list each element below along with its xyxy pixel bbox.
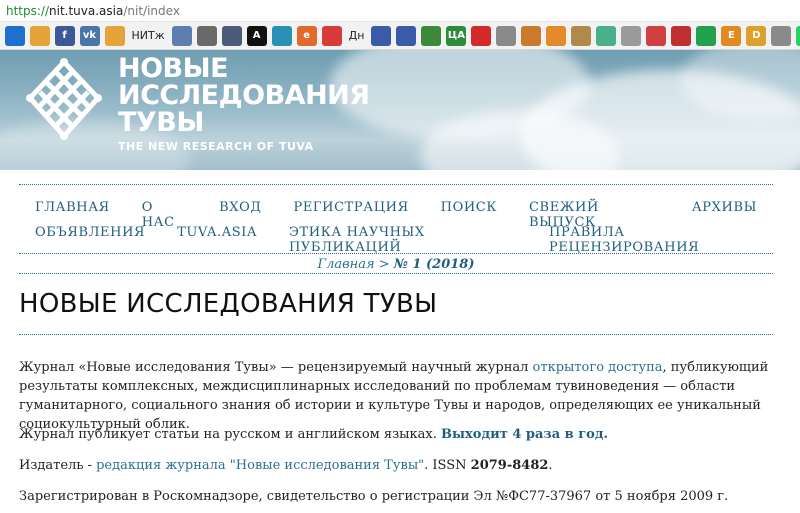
letter-a-icon[interactable]: A (246, 25, 267, 46)
emblem-icon[interactable] (396, 25, 417, 46)
nav-bottom-divider (19, 253, 773, 254)
issn-value: 2079-8482 (470, 458, 549, 473)
page-title: НОВЫЕ ИССЛЕДОВАНИЯ ТУВЫ (19, 289, 438, 319)
link-icon[interactable] (671, 25, 692, 46)
languages-paragraph: Журнал публикует статьи на русском и анг… (19, 425, 779, 444)
four-squares-icon[interactable] (4, 25, 25, 46)
grid-icon[interactable] (521, 25, 542, 46)
publisher-link[interactable]: редакция журнала "Новые исследования Тув… (96, 458, 424, 473)
breadcrumb: Главная > № 1 (2018) (19, 257, 773, 272)
site-title-line1: НОВЫЕ (118, 53, 229, 84)
doc-icon[interactable] (621, 25, 642, 46)
d-box-icon[interactable]: D (746, 25, 767, 46)
issn-label: . ISSN (424, 458, 471, 473)
page-icon[interactable] (496, 25, 517, 46)
orange-circle-icon[interactable] (546, 25, 567, 46)
breadcrumb-separator: > (374, 257, 394, 272)
registration-paragraph: Зарегистрирован в Роскомнадзоре, свидете… (19, 487, 779, 506)
shield-icon[interactable] (171, 25, 192, 46)
books-icon[interactable] (421, 25, 442, 46)
bookmarks-bar: f vk НИТж Ae Дн ЦА E D (0, 22, 800, 50)
sber-icon[interactable] (696, 25, 717, 46)
url-path: /nit/index (123, 4, 180, 18)
site-subtitle: THE NEW RESEARCH OF TUVA (118, 140, 314, 153)
publisher-paragraph: Издатель - редакция журнала "Новые иссле… (19, 456, 779, 475)
emblem-icon[interactable] (371, 25, 392, 46)
whatsapp-icon[interactable] (796, 25, 800, 46)
speech-icon[interactable] (321, 25, 342, 46)
nav-review-rules[interactable]: ПРАВИЛА РЕЦЕНЗИРОВАНИЯ (549, 225, 757, 255)
e-circle-icon[interactable]: e (296, 25, 317, 46)
flag-icon[interactable] (471, 25, 492, 46)
library-icon[interactable] (196, 25, 217, 46)
facebook-icon[interactable]: f (54, 25, 75, 46)
registration-text: Зарегистрирован в Роскомнадзоре, свидете… (19, 489, 729, 504)
address-bar[interactable]: https://nit.tuva.asia/nit/index (0, 0, 800, 22)
letter-e-icon[interactable]: E (721, 25, 742, 46)
breadcrumb-current[interactable]: № 1 (2018) (394, 257, 475, 272)
nitzh-text[interactable]: НИТж (130, 26, 167, 46)
intro-text-start: Журнал «Новые исследования Тувы» — рецен… (19, 360, 533, 375)
nav-publication-ethics[interactable]: ЭТИКА НАУЧНЫХ ПУБЛИКАЦИЙ (289, 225, 517, 255)
diamond-icon[interactable] (104, 25, 125, 46)
vk-icon[interactable]: vk (79, 25, 100, 46)
building-icon[interactable] (221, 25, 242, 46)
pen-icon[interactable] (771, 25, 792, 46)
site-banner: НОВЫЕ ИССЛЕДОВАНИЯ ТУВЫ THE NEW RESEARCH… (0, 50, 800, 170)
tsa-icon[interactable]: ЦА (446, 25, 467, 46)
magnet-icon[interactable] (646, 25, 667, 46)
site-title-line3: ТУВЫ (118, 107, 204, 138)
open-access-link[interactable]: открытого доступа (533, 360, 663, 375)
dn-text[interactable]: Дн (347, 26, 367, 46)
endless-knot-logo-icon[interactable] (26, 58, 102, 142)
diamond-icon[interactable] (29, 25, 50, 46)
heading-divider (19, 334, 773, 335)
seal-icon[interactable] (571, 25, 592, 46)
languages-text: Журнал публикует статьи на русском и анг… (19, 427, 441, 442)
nav-tuva-asia[interactable]: TUVA.ASIA (177, 225, 257, 255)
nav-top-divider (19, 184, 773, 185)
url-protocol: https:// (6, 4, 50, 18)
site-title-line2: ИССЛЕДОВАНИЯ (118, 80, 370, 111)
wave-icon[interactable] (271, 25, 292, 46)
publisher-label: Издатель - (19, 458, 97, 473)
intro-paragraph: Журнал «Новые исследования Тувы» — рецен… (19, 358, 779, 434)
nav-announcements[interactable]: ОБЪЯВЛЕНИЯ (35, 225, 145, 255)
url-host: nit.tuva.asia (49, 4, 124, 18)
primary-nav-row2: ОБЪЯВЛЕНИЯ TUVA.ASIA ЭТИКА НАУЧНЫХ ПУБЛИ… (19, 225, 773, 255)
breadcrumb-home-link[interactable]: Главная (317, 257, 374, 272)
shield-icon[interactable] (596, 25, 617, 46)
site-title[interactable]: НОВЫЕ ИССЛЕДОВАНИЯ ТУВЫ THE NEW RESEARCH… (118, 55, 370, 153)
publisher-period: . (548, 458, 553, 473)
frequency-text: Выходит 4 раза в год. (441, 427, 609, 442)
breadcrumb-divider (19, 273, 773, 274)
